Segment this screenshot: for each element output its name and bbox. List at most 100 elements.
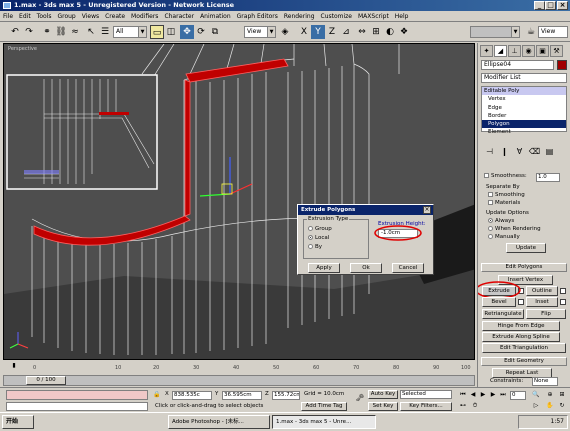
minimize-button[interactable]: _ <box>534 1 545 10</box>
materials-checkbox[interactable]: Materials <box>488 200 520 207</box>
select-rotate-icon[interactable]: ⟳ <box>194 25 208 39</box>
axis-y-button[interactable]: Y <box>311 25 325 39</box>
menu-graph-editors[interactable]: Graph Editors <box>234 11 281 22</box>
apply-button[interactable]: Apply <box>308 263 340 273</box>
modifier-list-select[interactable]: Modifier List <box>481 73 567 83</box>
link-icon[interactable]: ⚭ <box>40 25 54 39</box>
outline-button[interactable]: Outline <box>526 286 558 296</box>
stack-item-edge[interactable]: Edge <box>482 104 566 112</box>
render-scene-icon[interactable]: ❖ <box>397 25 411 39</box>
material-editor-icon[interactable]: ◐ <box>383 25 397 39</box>
select-region-icon[interactable]: ▭ <box>150 25 164 39</box>
y-coord-field[interactable]: 36.595cm <box>222 391 262 400</box>
option-local[interactable]: Local <box>308 235 329 241</box>
when-rendering-radio[interactable]: When Rendering <box>488 226 541 233</box>
inset-settings-icon[interactable] <box>560 299 566 305</box>
smoothing-checkbox[interactable]: Smoothing <box>488 192 525 199</box>
configure-sets-icon[interactable]: ▤ <box>542 147 557 156</box>
stack-item-border[interactable]: Border <box>482 112 566 120</box>
key-filters-button[interactable]: Key Filters... <box>400 402 452 411</box>
utilities-tab-icon[interactable]: ⚒ <box>550 45 563 57</box>
menu-help[interactable]: Help <box>392 11 412 22</box>
current-frame-field[interactable]: 0 <box>510 391 526 400</box>
edit-triangulation-button[interactable]: Edit Triangulation <box>482 343 566 353</box>
motion-tab-icon[interactable]: ◉ <box>522 45 535 57</box>
option-group[interactable]: Group <box>308 226 332 232</box>
edit-polygons-rollout[interactable]: Edit Polygons <box>481 263 567 272</box>
retriangulate-button[interactable]: Retriangulate <box>482 309 524 319</box>
pivot-center-icon[interactable]: ◈ <box>278 25 292 39</box>
key-mode-select[interactable]: Selected <box>400 390 452 399</box>
extrude-along-spline-button[interactable]: Extrude Along Spline <box>482 332 560 342</box>
select-by-name-icon[interactable]: ☰ <box>98 25 112 39</box>
menu-tools[interactable]: Tools <box>34 11 55 22</box>
go-to-start-icon[interactable]: ⏮ <box>458 390 468 399</box>
add-time-tag-button[interactable]: Add Time Tag <box>301 402 347 411</box>
stack-item-polygon[interactable]: Polygon <box>482 120 566 129</box>
undo-icon[interactable]: ↶ <box>8 25 22 39</box>
manually-radio[interactable]: Manually <box>488 234 520 241</box>
remove-modifier-icon[interactable]: ⌫ <box>527 147 542 156</box>
modify-tab-icon[interactable]: ◢ <box>494 45 507 57</box>
mirror-icon[interactable]: ⇔ <box>355 25 369 39</box>
update-button[interactable]: Update <box>506 243 546 253</box>
hierarchy-tab-icon[interactable]: ⊥ <box>508 45 521 57</box>
x-coord-field[interactable]: 838.535c <box>172 391 212 400</box>
make-unique-icon[interactable]: ∀ <box>512 147 527 156</box>
axis-plane-icon[interactable]: ⊿ <box>339 25 353 39</box>
field-of-view-icon[interactable]: ▷ <box>530 401 542 410</box>
maximize-button[interactable]: □ <box>545 1 556 10</box>
constraints-select[interactable]: None <box>532 377 558 386</box>
object-name-field[interactable]: Ellipse04 <box>481 60 554 70</box>
bevel-settings-icon[interactable] <box>518 299 524 305</box>
menu-group[interactable]: Group <box>54 11 78 22</box>
key-icon[interactable]: 🗝 <box>354 392 366 404</box>
menu-maxscript[interactable]: MAXScript <box>355 11 392 22</box>
menu-edit[interactable]: Edit <box>16 11 34 22</box>
axis-z-button[interactable]: Z <box>325 25 339 39</box>
menu-character[interactable]: Character <box>161 11 197 22</box>
ok-button[interactable]: Ok <box>350 263 382 273</box>
maxscript-listener[interactable] <box>6 390 148 400</box>
edit-geometry-rollout[interactable]: Edit Geometry <box>481 357 567 366</box>
menu-rendering[interactable]: Rendering <box>281 11 318 22</box>
window-crossing-icon[interactable]: ◫ <box>164 25 178 39</box>
display-tab-icon[interactable]: ▣ <box>536 45 549 57</box>
stack-item-vertex[interactable]: Vertex <box>482 95 566 103</box>
smoothness-spinner[interactable]: 1.0 <box>536 173 560 182</box>
bind-space-warp-icon[interactable]: ≈ <box>68 25 82 39</box>
render-type-select[interactable]: View <box>538 26 568 38</box>
pan-icon[interactable]: ✋ <box>544 401 556 410</box>
object-color-swatch[interactable] <box>557 60 567 70</box>
named-selection-select[interactable]: ▼ <box>470 26 520 38</box>
select-scale-icon[interactable]: ⧉ <box>208 25 222 39</box>
cancel-button[interactable]: Cancel <box>392 263 424 273</box>
always-radio[interactable]: Always <box>488 218 514 225</box>
select-object-icon[interactable]: ↖ <box>84 25 98 39</box>
go-to-end-icon[interactable]: ⏭ <box>498 390 508 399</box>
reference-coordinate-select[interactable]: View ▼ <box>244 26 276 38</box>
zoom-icon[interactable]: 🔍 <box>530 390 542 399</box>
quick-render-icon[interactable]: ☕ <box>524 25 538 39</box>
task-photoshop[interactable]: Adobe Photoshop - [未标... <box>168 415 270 429</box>
create-tab-icon[interactable]: ✦ <box>480 45 493 57</box>
flip-button[interactable]: Flip <box>526 309 566 319</box>
stack-item-element[interactable]: Element <box>482 128 566 136</box>
arc-rotate-icon[interactable]: ↻ <box>556 401 568 410</box>
perspective-viewport[interactable]: Perspective <box>3 43 475 360</box>
menu-file[interactable]: File <box>0 11 16 22</box>
menu-create[interactable]: Create <box>102 11 128 22</box>
auto-key-button[interactable]: Auto Key <box>368 390 398 399</box>
task-3dsmax[interactable]: 1.max - 3ds max 5 - Unre... <box>272 415 376 429</box>
lock-selection-icon[interactable]: 🔒 <box>152 390 162 400</box>
time-slider[interactable]: 0 / 100 <box>26 376 66 385</box>
axis-x-button[interactable]: X <box>297 25 311 39</box>
zoom-all-icon[interactable]: ⊕ <box>544 390 556 399</box>
option-by-polygon[interactable]: By <box>308 244 322 250</box>
smoothness-checkbox[interactable]: Smoothness: <box>484 173 527 180</box>
start-button[interactable]: 开始 <box>2 415 34 429</box>
menu-customize[interactable]: Customize <box>318 11 356 22</box>
track-bar[interactable]: 0 10 20 30 40 50 60 70 80 90 100 <box>3 363 475 374</box>
unlink-icon[interactable]: ⛓ <box>54 25 68 39</box>
previous-frame-icon[interactable]: ◀ <box>468 390 478 399</box>
